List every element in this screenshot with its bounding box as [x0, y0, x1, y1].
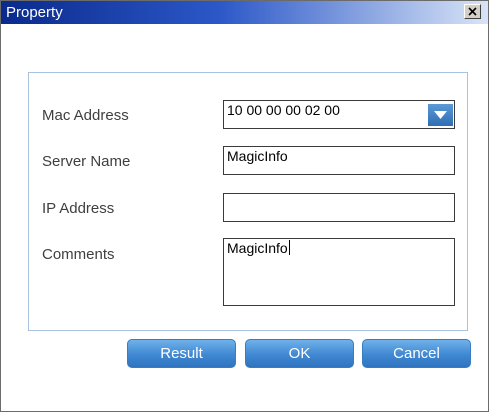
- server-name-input[interactable]: MagicInfo: [223, 146, 455, 175]
- property-dialog: Property Mac Address 10 00 00 00 02 00 S…: [0, 0, 489, 412]
- chevron-down-icon: [434, 111, 447, 119]
- cancel-button[interactable]: Cancel: [362, 339, 471, 368]
- dialog-title: Property: [6, 4, 63, 21]
- mac-address-value: 10 00 00 00 02 00: [227, 102, 340, 118]
- title-bar[interactable]: Property: [1, 1, 488, 24]
- close-icon: [468, 7, 477, 16]
- ok-button[interactable]: OK: [245, 339, 354, 368]
- comments-textarea[interactable]: MagicInfo: [223, 238, 455, 306]
- mac-address-select[interactable]: 10 00 00 00 02 00: [223, 100, 455, 129]
- ip-address-label: IP Address: [42, 200, 115, 217]
- server-name-label: Server Name: [42, 153, 131, 170]
- mac-address-label: Mac Address: [42, 107, 129, 124]
- ip-address-input[interactable]: [223, 193, 455, 222]
- comments-value: MagicInfo: [227, 240, 288, 256]
- comments-label: Comments: [42, 246, 115, 263]
- result-button[interactable]: Result: [127, 339, 236, 368]
- close-button[interactable]: [464, 4, 481, 19]
- mac-address-dropdown-button[interactable]: [428, 104, 453, 126]
- text-caret: [288, 240, 290, 255]
- server-name-value: MagicInfo: [227, 148, 288, 164]
